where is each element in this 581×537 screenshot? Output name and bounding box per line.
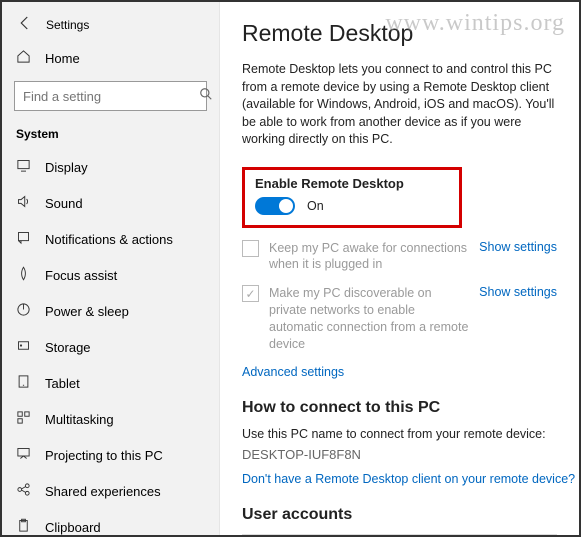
keep-awake-checkbox[interactable] <box>242 240 259 257</box>
display-icon <box>16 158 45 176</box>
sound-icon <box>16 194 45 212</box>
home-link[interactable]: Home <box>2 41 219 75</box>
sidebar-item-label: Clipboard <box>45 520 101 535</box>
enable-remote-box: Enable Remote Desktop On <box>242 167 462 228</box>
content: Remote Desktop Remote Desktop lets you c… <box>220 2 579 535</box>
sidebar-item-notifications[interactable]: Notifications & actions <box>2 221 219 257</box>
sidebar-item-label: Projecting to this PC <box>45 448 163 463</box>
page-title: Remote Desktop <box>242 20 557 47</box>
pc-name: DESKTOP-IUF8F8N <box>242 447 557 462</box>
connect-desc: Use this PC name to connect from your re… <box>242 427 557 441</box>
discoverable-label: Make my PC discoverable on private netwo… <box>269 285 479 353</box>
advanced-settings-link[interactable]: Advanced settings <box>242 365 344 379</box>
sidebar-item-tablet[interactable]: Tablet <box>2 365 219 401</box>
home-label: Home <box>45 51 80 66</box>
sidebar-item-label: Tablet <box>45 376 80 391</box>
power-icon <box>16 302 45 320</box>
sidebar-item-label: Multitasking <box>45 412 114 427</box>
notifications-icon <box>16 230 45 248</box>
projecting-icon <box>16 446 45 464</box>
section-title: System <box>2 121 219 149</box>
clipboard-icon <box>16 518 45 535</box>
sidebar-item-label: Notifications & actions <box>45 232 173 247</box>
sidebar-item-display[interactable]: Display <box>2 149 219 185</box>
discoverable-checkbox[interactable]: ✓ <box>242 285 259 302</box>
search-icon <box>199 87 213 106</box>
enable-remote-label: Enable Remote Desktop <box>255 176 449 191</box>
sidebar-item-shared[interactable]: Shared experiences <box>2 473 219 509</box>
sidebar: Settings Home System Display Sound Notif… <box>2 2 220 535</box>
sidebar-item-clipboard[interactable]: Clipboard <box>2 509 219 535</box>
sidebar-item-projecting[interactable]: Projecting to this PC <box>2 437 219 473</box>
enable-remote-toggle[interactable] <box>255 197 295 215</box>
sidebar-item-sound[interactable]: Sound <box>2 185 219 221</box>
sidebar-item-multitasking[interactable]: Multitasking <box>2 401 219 437</box>
search-field[interactable] <box>23 89 199 104</box>
storage-icon <box>16 338 45 356</box>
sidebar-item-label: Shared experiences <box>45 484 161 499</box>
sidebar-item-label: Storage <box>45 340 91 355</box>
sidebar-item-focus[interactable]: Focus assist <box>2 257 219 293</box>
shared-icon <box>16 482 45 500</box>
home-icon <box>16 49 45 67</box>
tablet-icon <box>16 374 45 392</box>
search-input[interactable] <box>14 81 207 111</box>
no-client-link[interactable]: Don't have a Remote Desktop client on yo… <box>242 472 575 486</box>
keep-awake-settings-link[interactable]: Show settings <box>479 240 557 254</box>
settings-title: Settings <box>46 18 89 32</box>
page-description: Remote Desktop lets you connect to and c… <box>242 61 557 149</box>
toggle-state: On <box>307 199 324 213</box>
user-accounts-title: User accounts <box>242 506 557 524</box>
divider <box>242 534 557 535</box>
sidebar-item-storage[interactable]: Storage <box>2 329 219 365</box>
connect-title: How to connect to this PC <box>242 399 557 417</box>
keep-awake-label: Keep my PC awake for connections when it… <box>269 240 479 274</box>
sidebar-item-power[interactable]: Power & sleep <box>2 293 219 329</box>
focus-icon <box>16 266 45 284</box>
sidebar-item-label: Power & sleep <box>45 304 129 319</box>
sidebar-item-label: Sound <box>45 196 83 211</box>
multitasking-icon <box>16 410 45 428</box>
sidebar-item-label: Display <box>45 160 88 175</box>
sidebar-item-label: Focus assist <box>45 268 117 283</box>
discoverable-settings-link[interactable]: Show settings <box>479 285 557 299</box>
back-icon[interactable] <box>16 14 46 35</box>
